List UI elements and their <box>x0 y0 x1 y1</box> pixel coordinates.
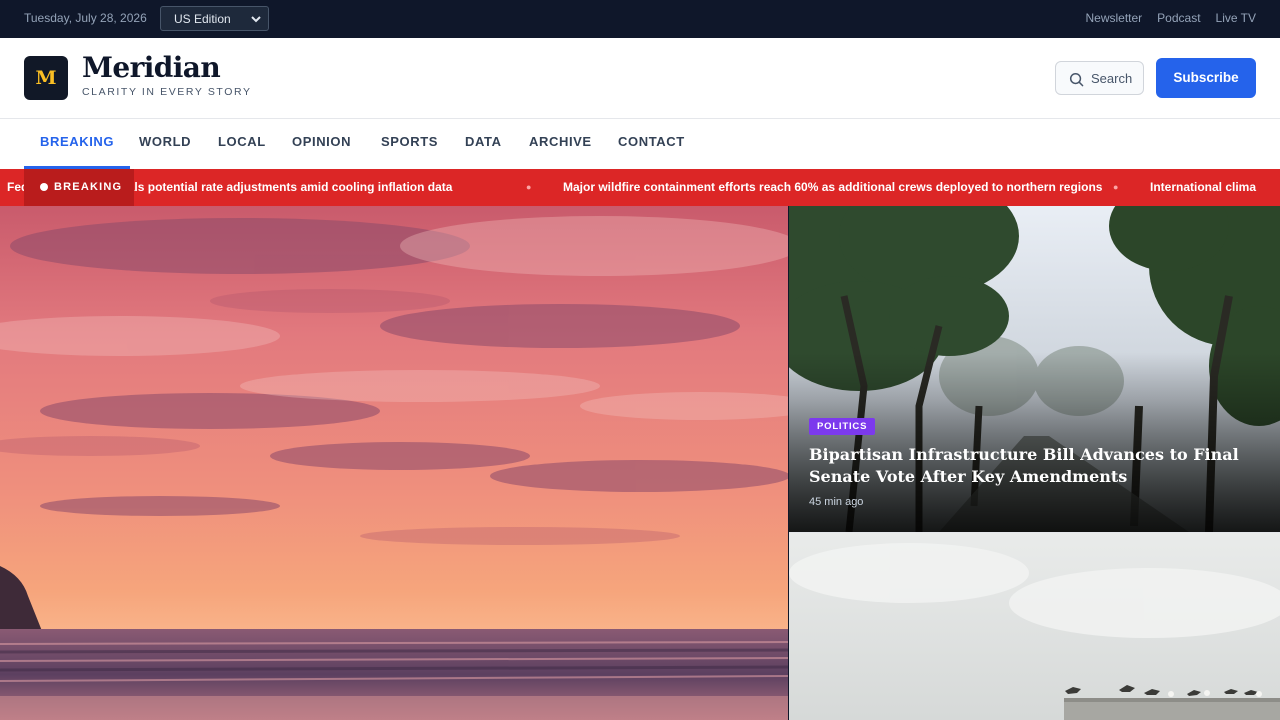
subscribe-button[interactable]: Subscribe <box>1156 58 1256 98</box>
site-tagline: CLARITY IN EVERY STORY <box>82 86 252 98</box>
search-button[interactable]: Search <box>1055 61 1144 95</box>
ticker-separator: ● <box>1113 182 1119 192</box>
breaking-label-text: BREAKING <box>54 181 123 193</box>
ticker-headline[interactable]: International clima <box>1150 180 1256 194</box>
nav-item-archive[interactable]: ARCHIVE <box>529 119 592 169</box>
nav-item-world[interactable]: WORLD <box>139 119 191 169</box>
story-card-politics[interactable]: POLITICS Bipartisan Infrastructure Bill … <box>789 206 1280 532</box>
nav-item-sports[interactable]: SPORTS <box>381 119 438 169</box>
politics-tag[interactable]: POLITICS <box>809 418 876 435</box>
seabirds-wall-image <box>789 533 1280 720</box>
nav-item-data[interactable]: DATA <box>465 119 502 169</box>
search-icon <box>1069 72 1084 87</box>
ticker-separator: ● <box>526 182 532 192</box>
live-dot-icon <box>40 183 48 191</box>
hero-image[interactable] <box>0 206 788 720</box>
site-header: M Meridian CLARITY IN EVERY STORY Search… <box>0 38 1280 119</box>
search-label: Search <box>1091 71 1133 86</box>
sunset-ocean-image <box>0 206 788 720</box>
story-headline[interactable]: Bipartisan Infrastructure Bill Advances … <box>809 444 1249 488</box>
utility-links: Newsletter Podcast Live TV <box>1085 11 1256 25</box>
logo-mark[interactable]: M <box>24 56 68 100</box>
current-date: Tuesday, July 28, 2026 <box>24 11 147 25</box>
main-nav: BREAKING WORLD LOCAL OPINION SPORTS DATA… <box>0 119 1280 169</box>
ticker-headline[interactable]: Major wildfire containment efforts reach… <box>563 180 1102 194</box>
chevron-down-icon <box>251 16 261 23</box>
nav-item-breaking[interactable]: BREAKING <box>24 119 131 169</box>
newsletter-link[interactable]: Newsletter <box>1085 11 1142 25</box>
story-card-secondary[interactable] <box>789 533 1280 720</box>
nav-item-local[interactable]: LOCAL <box>218 119 266 169</box>
live-tv-link[interactable]: Live TV <box>1216 11 1256 25</box>
breaking-ticker: Federal Reserve signals potential rate a… <box>0 169 1280 206</box>
nav-item-opinion[interactable]: OPINION <box>292 119 351 169</box>
breaking-label: BREAKING <box>24 169 134 206</box>
nav-item-contact[interactable]: CONTACT <box>618 119 685 169</box>
top-bar: Tuesday, July 28, 2026 US Edition Newsle… <box>0 0 1280 38</box>
edition-select[interactable]: US Edition <box>160 6 269 31</box>
site-name[interactable]: Meridian <box>82 51 221 84</box>
edition-value: US Edition <box>174 12 231 26</box>
podcast-link[interactable]: Podcast <box>1157 11 1200 25</box>
story-timestamp: 45 min ago <box>809 496 864 508</box>
